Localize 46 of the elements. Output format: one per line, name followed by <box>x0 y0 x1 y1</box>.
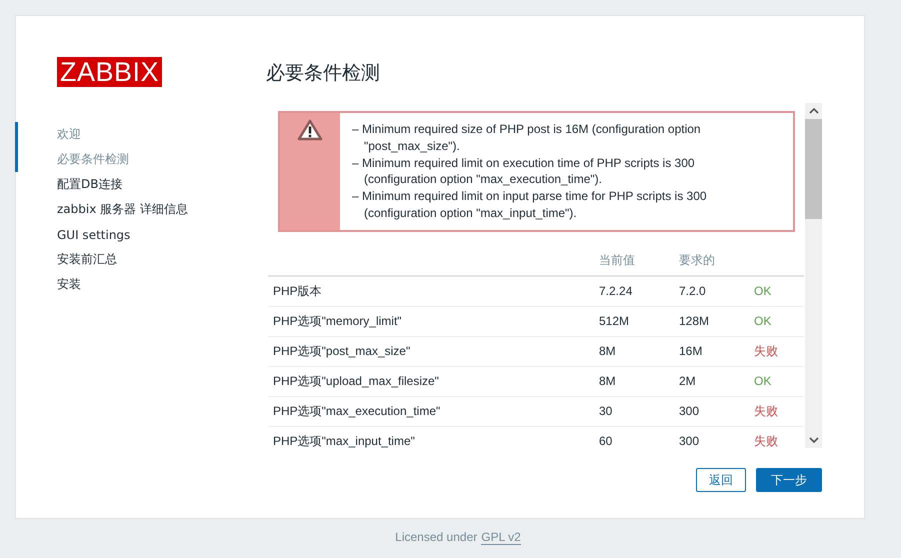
table-cell: 8M <box>599 344 616 358</box>
alert-message: – Minimum required size of PHP post is 16M (configuration option "post_max_size"). <box>352 121 702 155</box>
table-cell: 300 <box>679 404 700 418</box>
back-button[interactable]: 返回 <box>696 468 746 492</box>
column-header: 当前值 <box>599 252 635 267</box>
table-cell: 300 <box>679 434 700 448</box>
warning-icon <box>297 119 323 141</box>
table-cell: 60 <box>599 434 612 448</box>
step-label: 欢迎 <box>57 126 81 143</box>
table-cell: 8M <box>599 374 616 388</box>
table-cell: 7.2.0 <box>679 284 706 298</box>
table-cell: 512M <box>599 314 630 328</box>
scroll-up-icon[interactable] <box>808 106 820 116</box>
table-cell: 16M <box>679 344 702 358</box>
scroll-down-icon[interactable] <box>808 435 820 445</box>
table-cell: 128M <box>679 314 710 328</box>
table-cell: PHP选项"max_execution_time" <box>273 404 440 418</box>
alert-message: – Minimum required limit on execution time of PHP scripts is 300 (configuration option "max_execution_time"). <box>352 154 696 188</box>
step-label: 安装 <box>57 276 81 293</box>
status-text: 失败 <box>754 344 778 358</box>
table-cell: 2M <box>679 374 696 388</box>
zabbix-logo: ZABBIX <box>57 57 162 87</box>
table-cell: PHP选项"post_max_size" <box>273 344 410 358</box>
license-text: Licensed under <box>395 530 478 544</box>
alert-message: – Minimum required limit on input parse time for PHP scripts is 300 (configuration option "max_input_time"). <box>352 188 708 222</box>
table-cell: PHP版本 <box>273 284 322 298</box>
next-button[interactable]: 下一步 <box>756 468 822 492</box>
page-title: 必要条件检测 <box>266 61 381 86</box>
step-label: 配置DB连接 <box>57 176 122 193</box>
scrollbar[interactable] <box>805 103 822 448</box>
status-text: OK <box>754 374 772 388</box>
step-label: 安装前汇总 <box>57 251 117 268</box>
step-label: GUI settings <box>57 228 130 242</box>
table-cell: PHP选项"upload_max_filesize" <box>273 374 439 388</box>
status-text: OK <box>754 314 772 328</box>
status-text: 失败 <box>754 434 778 448</box>
license-link[interactable]: GPL v2 <box>481 530 521 545</box>
table-cell: PHP选项"max_input_time" <box>273 434 415 448</box>
status-text: OK <box>754 284 772 298</box>
status-text: 失败 <box>754 404 778 418</box>
step-label: 必要条件检测 <box>57 151 129 168</box>
table-cell: PHP选项"memory_limit" <box>273 314 402 328</box>
table-cell: 7.2.24 <box>599 284 632 298</box>
table-cell: 30 <box>599 404 612 418</box>
step-label: zabbix 服务器 详细信息 <box>57 201 188 218</box>
column-header: 要求的 <box>679 252 715 267</box>
